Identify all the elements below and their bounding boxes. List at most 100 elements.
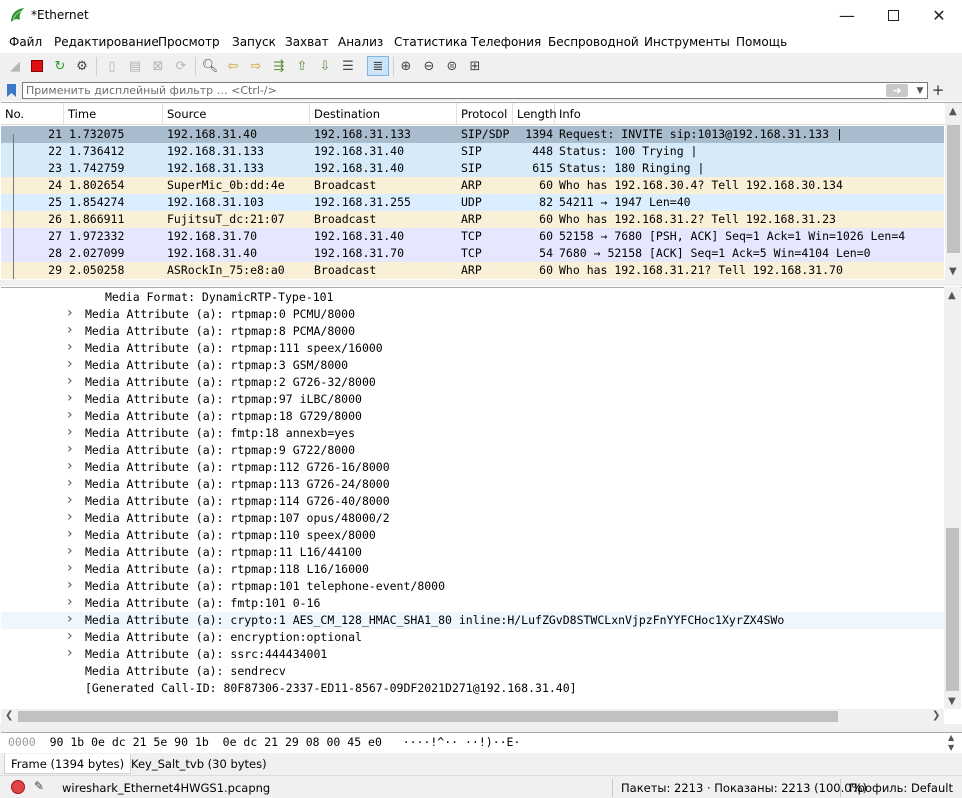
autoscroll-icon[interactable]: ☰	[339, 57, 357, 75]
tree-item[interactable]: › Media Attribute (a): fmtp:18 annexb=yes	[1, 424, 944, 442]
zoom-in-icon[interactable]: ⊕	[397, 57, 415, 75]
tree-item[interactable]: [Generated Call-ID: 80F87306-2337-ED11-8…	[1, 680, 944, 697]
table-row[interactable]: 25 1.854274 192.168.31.103 192.168.31.255 UD…	[1, 194, 944, 211]
chevron-right-icon[interactable]: ›	[67, 373, 77, 390]
scroll-up-icon[interactable]: ▲	[948, 733, 954, 742]
scroll-up-icon[interactable]: ▲	[948, 290, 956, 301]
menu-wireless[interactable]: Беспроводной	[548, 35, 639, 49]
chevron-right-icon[interactable]: ›	[67, 492, 77, 509]
scroll-down-icon[interactable]: ▼	[948, 696, 956, 707]
resize-columns-icon[interactable]: ⊞	[466, 57, 484, 75]
reload-file-icon[interactable]: ⟳	[172, 57, 190, 75]
close-button[interactable]: ✕	[916, 0, 962, 31]
tree-item[interactable]: › Media Attribute (a): encryption:optiona…	[1, 628, 944, 646]
tree-item[interactable]: Media Attribute (a): sendrecv	[1, 663, 944, 680]
column-header-protocol[interactable]: Protocol	[457, 103, 513, 125]
chevron-right-icon[interactable]: ›	[67, 356, 77, 373]
edit-comment-icon[interactable]: ✎	[34, 779, 44, 793]
tree-item[interactable]: › Media Attribute (a): rtpmap:9 G722/8000	[1, 441, 944, 459]
go-forward-arrow-icon[interactable]: ⇨	[247, 57, 265, 75]
chevron-right-icon[interactable]: ›	[67, 305, 77, 322]
tree-item[interactable]: Media Format: DynamicRTP-Type-101	[1, 289, 944, 306]
chevron-right-icon[interactable]: ›	[67, 458, 77, 475]
open-file-icon[interactable]: ▯	[103, 57, 121, 75]
tree-item[interactable]: › Media Attribute (a): rtpmap:101 telepho…	[1, 577, 944, 595]
tab-key-salt[interactable]: Key_Salt_tvb (30 bytes)	[125, 754, 273, 774]
column-header-info[interactable]: Info	[555, 103, 945, 125]
chevron-right-icon[interactable]: ›	[67, 645, 77, 662]
menu-go[interactable]: Запуск	[232, 35, 276, 49]
start-capture-fin-icon[interactable]: ◢	[6, 57, 24, 75]
apply-filter-arrow-icon[interactable]: ➜	[886, 84, 908, 97]
table-row[interactable]: 24 1.802654 SuperMic_0b:dd:4e Broadcast ARP 6…	[1, 177, 944, 194]
chevron-right-icon[interactable]: ›	[67, 611, 77, 628]
profile-label[interactable]: Профиль: Default	[849, 781, 953, 795]
tree-item[interactable]: › Media Attribute (a): rtpmap:18 G729/800…	[1, 407, 944, 425]
chevron-right-icon[interactable]: ›	[67, 560, 77, 577]
table-row[interactable]: 27 1.972332 192.168.31.70 192.168.31.40 TCP 6…	[1, 228, 944, 245]
chevron-right-icon[interactable]: ›	[67, 475, 77, 492]
table-row[interactable]: 26 1.866911 FujitsuT_dc:21:07 Broadcast ARP 6…	[1, 211, 944, 228]
menu-tools[interactable]: Инструменты	[644, 35, 730, 49]
tab-frame[interactable]: Frame (1394 bytes)	[4, 754, 132, 774]
table-row[interactable]: 22 1.736412 192.168.31.133 192.168.31.40 SIP…	[1, 143, 944, 160]
menu-telephony[interactable]: Телефония	[471, 35, 541, 49]
bytes-line[interactable]: 0000 90 1b 0e dc 21 5e 90 1b 0e dc 21 29…	[8, 735, 520, 749]
menu-capture[interactable]: Захват	[285, 35, 329, 49]
chevron-right-icon[interactable]: ›	[67, 339, 77, 356]
add-filter-plus-icon[interactable]: +	[931, 81, 945, 99]
chevron-right-icon[interactable]: ›	[67, 407, 77, 424]
tree-item[interactable]: › Media Attribute (a): rtpmap:11 L16/4410…	[1, 543, 944, 561]
tree-item[interactable]: › Media Attribute (a): rtpmap:111 speex/1…	[1, 339, 944, 357]
chevron-right-icon[interactable]: ›	[67, 526, 77, 543]
table-row[interactable]: 21 1.732075 192.168.31.40 192.168.31.133 SIP…	[1, 126, 944, 143]
column-header-no[interactable]: No.	[1, 103, 64, 125]
stop-capture-icon[interactable]	[28, 57, 46, 75]
details-scroll-thumb[interactable]	[946, 528, 959, 691]
chevron-right-icon[interactable]: ›	[67, 424, 77, 441]
menu-file[interactable]: Файл	[9, 35, 42, 49]
chevron-right-icon[interactable]: ›	[67, 594, 77, 611]
capture-options-gear-icon[interactable]: ⚙	[73, 57, 91, 75]
tree-item[interactable]: › Media Attribute (a): rtpmap:118 L16/160…	[1, 560, 944, 578]
pane-splitter[interactable]	[0, 280, 962, 286]
minimize-button[interactable]: —	[824, 0, 870, 31]
column-header-time[interactable]: Time	[64, 103, 163, 125]
tree-item[interactable]: › Media Attribute (a): rtpmap:8 PCMA/8000	[1, 322, 944, 340]
scroll-down-icon[interactable]: ▼	[948, 743, 954, 752]
tree-item[interactable]: › Media Attribute (a): rtpmap:107 opus/48…	[1, 509, 944, 527]
column-header-destination[interactable]: Destination	[310, 103, 457, 125]
tree-item[interactable]: › Media Attribute (a): rtpmap:112 G726-16…	[1, 458, 944, 476]
column-header-length[interactable]: Length	[513, 103, 557, 125]
packet-list-scroll-thumb[interactable]	[947, 125, 960, 253]
first-packet-icon[interactable]: ⇧	[293, 57, 311, 75]
menu-analyze[interactable]: Анализ	[338, 35, 383, 49]
capture-status-icon[interactable]	[11, 780, 25, 794]
zoom-out-icon[interactable]: ⊖	[420, 57, 438, 75]
scroll-left-icon[interactable]: ❮	[5, 710, 13, 721]
details-hscroll-thumb[interactable]	[18, 711, 838, 722]
tree-item[interactable]: › Media Attribute (a): rtpmap:97 iLBC/800…	[1, 390, 944, 408]
tree-item[interactable]: › Media Attribute (a): rtpmap:3 GSM/8000	[1, 356, 944, 374]
chevron-right-icon[interactable]: ›	[67, 441, 77, 458]
tree-item[interactable]: › Media Attribute (a): rtpmap:114 G726-40…	[1, 492, 944, 510]
chevron-right-icon[interactable]: ›	[67, 577, 77, 594]
save-file-icon[interactable]: ▤	[126, 57, 144, 75]
menu-view[interactable]: Просмотр	[158, 35, 220, 49]
menu-edit[interactable]: Редактирование	[54, 35, 159, 49]
tree-item[interactable]: › Media Attribute (a): rtpmap:0 PCMU/8000	[1, 305, 944, 323]
chevron-right-icon[interactable]: ›	[67, 628, 77, 645]
display-filter-input[interactable]: Применить дисплейный фильтр … <Ctrl-/>	[22, 82, 928, 99]
maximize-button[interactable]	[870, 0, 916, 31]
go-to-packet-icon[interactable]: ⇶	[270, 57, 288, 75]
last-packet-icon[interactable]: ⇩	[316, 57, 334, 75]
tree-item[interactable]: › Media Attribute (a): fmtp:101 0-16	[1, 594, 944, 612]
find-packet-search-icon[interactable]: 🔍︎	[201, 57, 219, 75]
pane-splitter[interactable]	[0, 724, 962, 732]
chevron-right-icon[interactable]: ›	[67, 509, 77, 526]
tree-item[interactable]: › Media Attribute (a): ssrc:444434001	[1, 645, 944, 663]
go-back-arrow-icon[interactable]: ⇦	[224, 57, 242, 75]
tree-item[interactable]: › Media Attribute (a): rtpmap:2 G726-32/8…	[1, 373, 944, 391]
table-row[interactable]: 29 2.050258 ASRockIn_75:e8:a0 Broadcast ARP 6…	[1, 262, 944, 279]
table-row[interactable]: 28 2.027099 192.168.31.40 192.168.31.70 TCP 5…	[1, 245, 944, 262]
